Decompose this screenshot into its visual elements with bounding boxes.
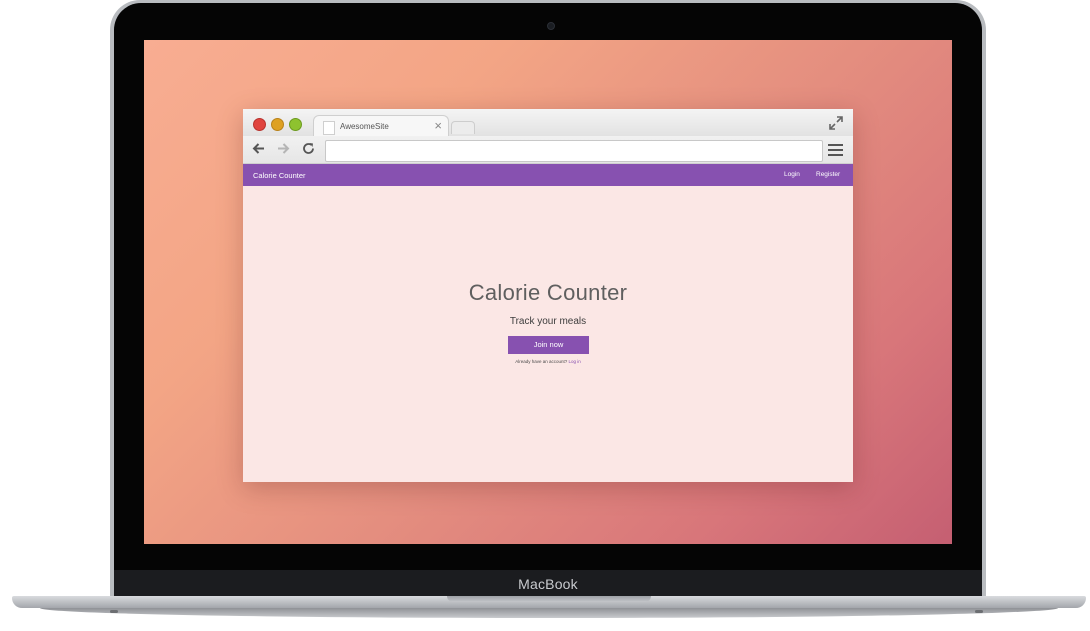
browser-tab-bar: AwesomeSite × xyxy=(243,109,853,138)
device-brand-label: MacBook xyxy=(518,576,578,592)
camera-icon xyxy=(547,22,555,30)
join-now-button[interactable]: Join now xyxy=(508,336,589,354)
site-navbar: Calorie Counter Login Register xyxy=(243,164,853,186)
new-tab-button[interactable] xyxy=(451,121,475,134)
page-title: Calorie Counter xyxy=(468,280,628,305)
zoom-window-button[interactable] xyxy=(289,118,302,131)
login-link[interactable]: Log in xyxy=(569,359,581,364)
nav-register-link[interactable]: Register xyxy=(816,171,840,178)
account-prompt-text: Already have an account? xyxy=(515,359,568,364)
account-prompt-line: Already have an account? Log in xyxy=(243,359,853,364)
tab-close-icon[interactable]: × xyxy=(434,118,442,134)
browser-toolbar xyxy=(243,136,853,164)
page-icon xyxy=(323,121,335,135)
browser-window: AwesomeSite × Calorie Counter Login Regi… xyxy=(243,109,853,482)
minimize-window-button[interactable] xyxy=(271,118,284,131)
tab-title: AwesomeSite xyxy=(340,122,389,131)
laptop-foot xyxy=(110,610,118,613)
desktop-screen: AwesomeSite × Calorie Counter Login Regi… xyxy=(144,40,952,544)
page-subtitle: Track your meals xyxy=(509,316,587,327)
browser-tab[interactable]: AwesomeSite × xyxy=(313,115,449,138)
laptop-base-shadow xyxy=(40,608,1058,618)
close-window-button[interactable] xyxy=(253,118,266,131)
address-bar[interactable] xyxy=(325,140,823,162)
navbar-brand-link[interactable]: Calorie Counter xyxy=(253,171,306,180)
forward-icon[interactable] xyxy=(276,141,291,156)
laptop-lid: AwesomeSite × Calorie Counter Login Regi… xyxy=(110,0,986,598)
screen-bezel: AwesomeSite × Calorie Counter Login Regi… xyxy=(114,3,982,598)
reload-icon[interactable] xyxy=(301,141,316,156)
laptop-opening-notch xyxy=(447,596,651,602)
nav-login-link[interactable]: Login xyxy=(784,171,800,178)
menu-icon[interactable] xyxy=(828,144,843,159)
hero-section: Calorie Counter Track your meals Join no… xyxy=(243,186,853,482)
fullscreen-icon[interactable] xyxy=(829,116,843,130)
laptop-foot xyxy=(975,610,983,613)
laptop-chin: MacBook xyxy=(114,570,982,598)
back-icon[interactable] xyxy=(251,141,266,156)
